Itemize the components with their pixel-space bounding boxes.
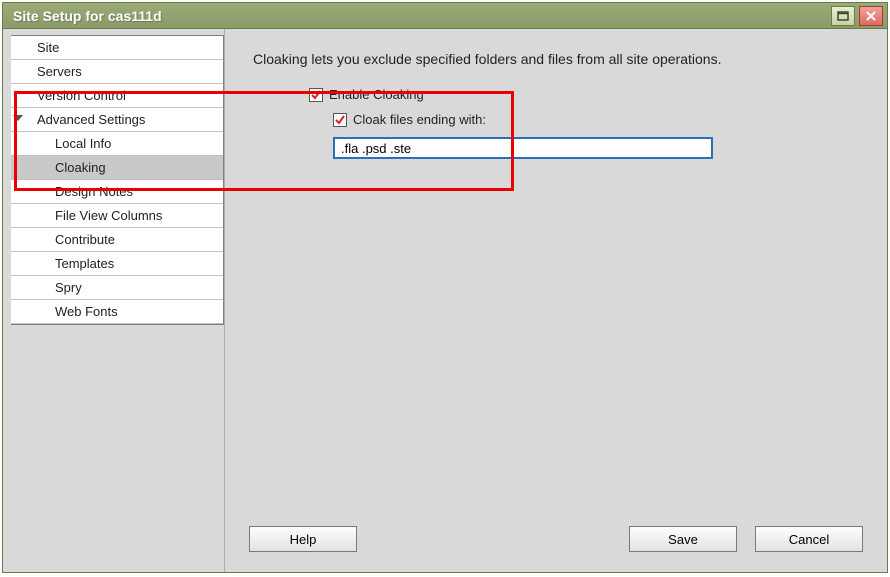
cloak-files-row: Cloak files ending with: (333, 112, 859, 127)
sidebar-item-label: Templates (55, 256, 114, 271)
expand-arrow-icon (13, 115, 23, 121)
sidebar-item-site[interactable]: Site (11, 36, 223, 60)
sidebar-item-file-view-columns[interactable]: File View Columns (11, 204, 223, 228)
window-title: Site Setup for cas111d (13, 8, 831, 24)
dialog-window: Site Setup for cas111d Site Servers Versio… (2, 2, 888, 573)
help-button[interactable]: Help (249, 526, 357, 552)
sidebar-item-label: Cloaking (55, 160, 106, 175)
dialog-footer: Help Save Cancel (225, 516, 887, 572)
sidebar-item-label: Local Info (55, 136, 111, 151)
sidebar-item-label: Contribute (55, 232, 115, 247)
sidebar-item-label: Version Control (37, 88, 126, 103)
sidebar-item-spry[interactable]: Spry (11, 276, 223, 300)
cancel-button[interactable]: Cancel (755, 526, 863, 552)
sidebar-item-label: Advanced Settings (37, 112, 145, 127)
nav-tree: Site Servers Version Control Advanced Setti… (11, 35, 224, 325)
sidebar-item-contribute[interactable]: Contribute (11, 228, 223, 252)
sidebar-item-version-control[interactable]: Version Control (11, 84, 223, 108)
sidebar-item-advanced-settings[interactable]: Advanced Settings (11, 108, 223, 132)
sidebar-item-templates[interactable]: Templates (11, 252, 223, 276)
cloak-files-checkbox[interactable] (333, 113, 347, 127)
sidebar-item-label: Web Fonts (55, 304, 118, 319)
sidebar-item-label: Design Notes (55, 184, 133, 199)
maximize-button[interactable] (831, 6, 855, 26)
cloak-files-label: Cloak files ending with: (353, 112, 486, 127)
sidebar-item-label: Site (37, 40, 59, 55)
main-panel: Cloaking lets you exclude specified fold… (225, 29, 887, 572)
enable-cloaking-checkbox[interactable] (309, 88, 323, 102)
description-text: Cloaking lets you exclude specified fold… (253, 51, 859, 67)
sidebar-item-web-fonts[interactable]: Web Fonts (11, 300, 223, 324)
titlebar: Site Setup for cas111d (3, 3, 887, 29)
sidebar-item-servers[interactable]: Servers (11, 60, 223, 84)
sidebar-item-label: Spry (55, 280, 82, 295)
sidebar-item-design-notes[interactable]: Design Notes (11, 180, 223, 204)
enable-cloaking-label: Enable Cloaking (329, 87, 424, 102)
enable-cloaking-row: Enable Cloaking (309, 87, 859, 102)
sidebar: Site Servers Version Control Advanced Setti… (3, 29, 225, 572)
sidebar-item-cloaking[interactable]: Cloaking (11, 156, 223, 180)
extensions-input[interactable] (333, 137, 713, 159)
sidebar-item-label: Servers (37, 64, 82, 79)
save-button[interactable]: Save (629, 526, 737, 552)
close-button[interactable] (859, 6, 883, 26)
sidebar-item-label: File View Columns (55, 208, 162, 223)
sidebar-item-local-info[interactable]: Local Info (11, 132, 223, 156)
